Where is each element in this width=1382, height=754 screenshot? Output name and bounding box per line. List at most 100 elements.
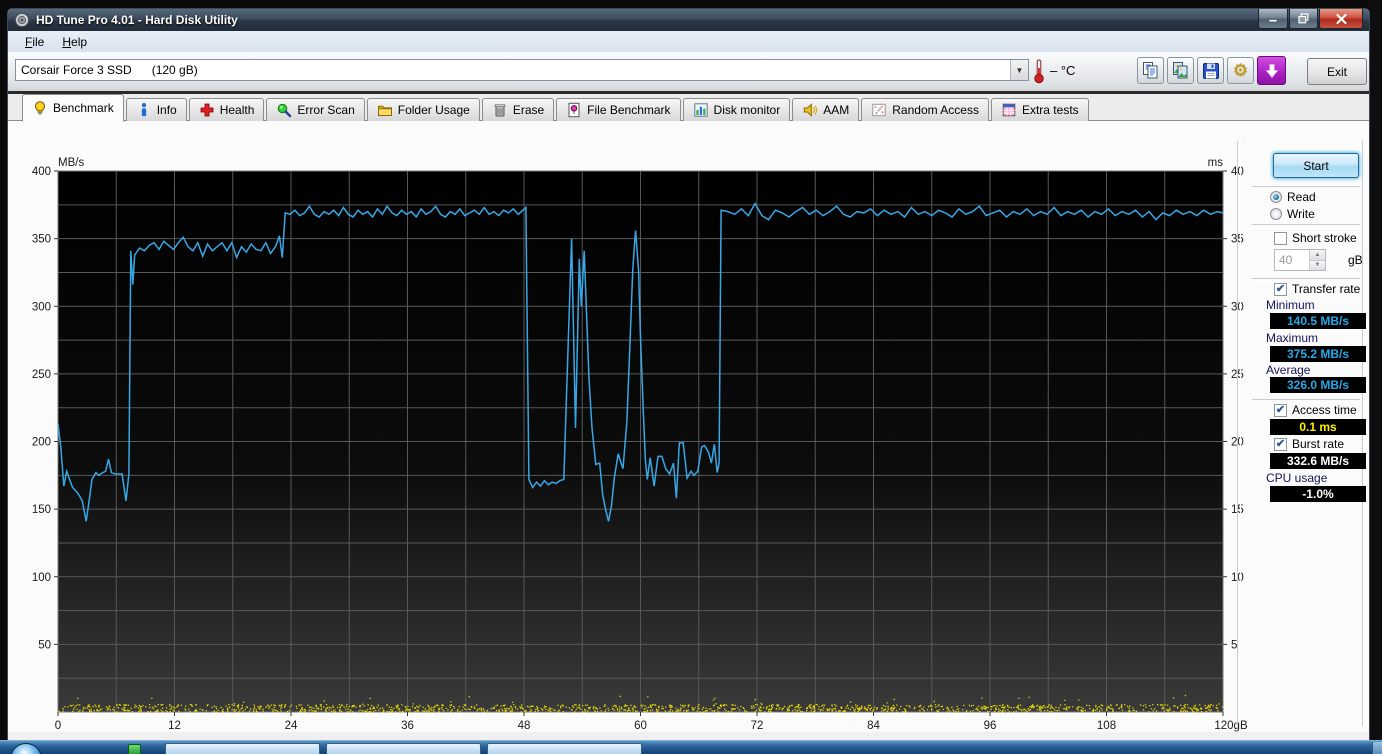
menu-bar: File Help — [8, 31, 1369, 52]
tray-app-icon[interactable] — [128, 744, 141, 754]
taskbar-button[interactable] — [165, 743, 320, 754]
svg-text:48: 48 — [518, 720, 531, 732]
burst-rate-checkbox[interactable]: ✔ Burst rate — [1274, 437, 1344, 451]
minimize-button[interactable] — [1258, 9, 1288, 29]
exit-button[interactable]: Exit — [1307, 58, 1367, 85]
minimum-value: 140.5 MB/s — [1270, 313, 1366, 329]
svg-text:72: 72 — [751, 720, 764, 732]
svg-text:MB/s: MB/s — [58, 157, 84, 169]
menu-help[interactable]: Help — [53, 33, 96, 51]
tab-benchmark[interactable]: Benchmark — [22, 94, 124, 122]
copy-image-button[interactable] — [1167, 57, 1194, 84]
benchmark-icon — [35, 101, 45, 115]
tab-label: File Benchmark — [587, 103, 671, 117]
tab-bar: Benchmark Info Health Error Scan Folder Usag… — [8, 94, 1369, 122]
start-orb[interactable] — [10, 743, 42, 754]
aam-icon — [804, 103, 818, 117]
close-button[interactable] — [1319, 9, 1363, 29]
desktop-background — [1369, 0, 1382, 740]
average-value: 326.0 MB/s — [1270, 377, 1366, 393]
cpu-usage-value: -1.0% — [1270, 486, 1366, 502]
benchmark-page: 400 350 300 250 200 150 100 50 40 35 30 25 20 15 10 5 0 1… — [8, 121, 1369, 732]
tab-label: Disk monitor — [713, 103, 781, 117]
tab-label: Health — [219, 103, 255, 117]
divider — [1252, 224, 1360, 228]
download-arrow-icon — [1265, 63, 1278, 78]
burst-rate-value: 332.6 MB/s — [1270, 453, 1366, 469]
tab-erase[interactable]: Erase — [481, 98, 555, 121]
taskbar-button[interactable] — [326, 743, 481, 754]
tab-disk-monitor[interactable]: Disk monitor — [682, 98, 791, 121]
drive-select-combobox[interactable]: Corsair Force 3 SSD (120 gB) ▼ — [15, 59, 1029, 81]
radio-unselected-icon — [1270, 208, 1282, 220]
start-button[interactable]: Start — [1273, 153, 1359, 178]
svg-text:400: 400 — [32, 166, 51, 178]
menu-file[interactable]: File — [16, 33, 53, 51]
svg-text:120gB: 120gB — [1214, 720, 1248, 732]
save-button[interactable] — [1197, 57, 1224, 84]
thermometer-icon — [1034, 59, 1044, 84]
panel-divider-left — [1237, 141, 1241, 726]
radio-selected-icon — [1270, 191, 1282, 203]
temperature-readout: – °C — [1050, 63, 1076, 78]
minimize-icon — [1268, 19, 1278, 23]
read-radio[interactable]: Read — [1270, 190, 1316, 204]
tab-folder-usage[interactable]: Folder Usage — [366, 98, 480, 121]
app-disk-icon — [14, 12, 30, 28]
options-button[interactable]: ⚙ — [1227, 57, 1254, 84]
short-stroke-size-stepper[interactable]: 40 ▲ ▼ — [1274, 249, 1326, 271]
tab-info[interactable]: Info — [125, 98, 187, 121]
error-scan-icon — [278, 103, 292, 118]
tab-label: Benchmark — [53, 101, 114, 115]
tab-health[interactable]: Health — [188, 98, 265, 121]
tab-error-scan[interactable]: Error Scan — [266, 98, 365, 121]
tab-label: Folder Usage — [397, 103, 470, 117]
desktop: HD Tune Pro 4.01 - Hard Disk Utility Fil… — [0, 0, 1382, 754]
taskbar-button[interactable] — [487, 743, 642, 754]
stepper-up-icon[interactable]: ▲ — [1310, 250, 1325, 261]
tab-random-access[interactable]: Random Access — [861, 98, 989, 121]
hd-tune-window: HD Tune Pro 4.01 - Hard Disk Utility Fil… — [7, 8, 1370, 740]
checkbox-checked-icon: ✔ — [1274, 437, 1287, 451]
stepper-down-icon[interactable]: ▼ — [1310, 260, 1325, 270]
title-bar[interactable]: HD Tune Pro 4.01 - Hard Disk Utility — [8, 9, 1369, 31]
tools-icon: ⚙ — [1232, 61, 1249, 80]
write-radio[interactable]: Write — [1270, 207, 1315, 221]
svg-text:36: 36 — [401, 720, 414, 732]
tab-aam[interactable]: AAM — [792, 98, 860, 121]
svg-text:96: 96 — [984, 720, 997, 732]
maximum-label: Maximum — [1266, 331, 1319, 345]
short-stroke-checkbox[interactable]: Short stroke — [1274, 231, 1357, 245]
benchmark-chart: 400350300250200150100504035302520151050 1… — [32, 157, 1248, 732]
results-panel: Start Read Write Short stroke 40 ▲ ▼ gB … — [1244, 146, 1370, 731]
tab-label: Error Scan — [297, 103, 355, 117]
transfer-rate-checkbox[interactable]: ✔ Transfer rate — [1274, 282, 1360, 296]
restore-button[interactable] — [1289, 9, 1318, 29]
folder-usage-icon — [377, 105, 392, 116]
checkbox-checked-icon: ✔ — [1274, 403, 1287, 417]
svg-text:250: 250 — [32, 369, 51, 381]
tab-extra-tests[interactable]: Extra tests — [990, 98, 1089, 121]
access-time-checkbox[interactable]: ✔ Access time — [1274, 403, 1357, 417]
svg-text:300: 300 — [32, 301, 51, 313]
copy-text-button[interactable] — [1137, 57, 1164, 84]
svg-text:24: 24 — [285, 720, 298, 732]
svg-text:ms: ms — [1208, 157, 1224, 169]
svg-text:12: 12 — [168, 720, 181, 732]
tab-label: Random Access — [892, 103, 979, 117]
erase-icon — [494, 104, 506, 117]
toolbar: Corsair Force 3 SSD (120 gB) ▼ – °C ⚙ Ex… — [8, 52, 1369, 91]
show-desktop-button[interactable] — [1372, 742, 1382, 754]
svg-text:60: 60 — [634, 720, 647, 732]
maximum-value: 375.2 MB/s — [1270, 346, 1366, 362]
tab-file-benchmark[interactable]: File Benchmark — [556, 98, 681, 121]
svg-text:100: 100 — [32, 572, 51, 584]
tab-label: Info — [156, 103, 177, 117]
update-button[interactable] — [1257, 56, 1286, 85]
tab-label: Erase — [512, 103, 545, 117]
health-icon — [200, 103, 214, 117]
svg-text:50: 50 — [38, 639, 51, 651]
short-stroke-unit: gB — [1348, 253, 1363, 267]
chevron-down-icon[interactable]: ▼ — [1010, 60, 1028, 80]
svg-text:108: 108 — [1097, 720, 1116, 732]
